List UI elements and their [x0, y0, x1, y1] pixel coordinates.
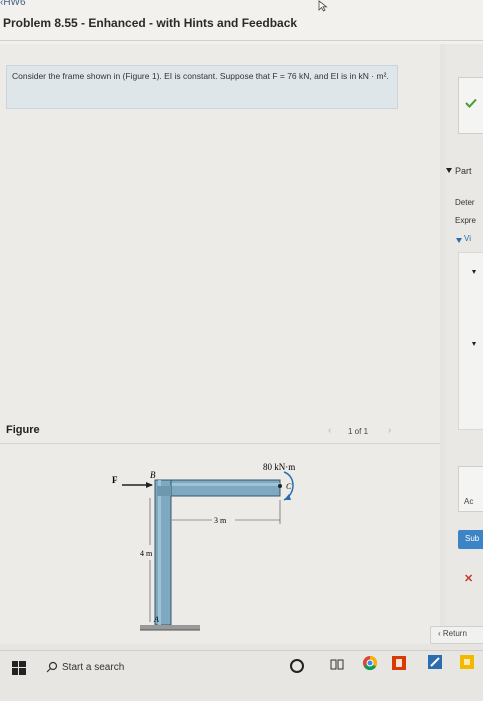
- horizontal-dimension-label: 3 m: [214, 516, 227, 525]
- column-ab: [154, 479, 172, 626]
- answer-input-panel[interactable]: [458, 252, 483, 430]
- part-collapse-icon[interactable]: [446, 168, 452, 173]
- figure-prev-button[interactable]: ‹: [328, 425, 331, 436]
- moment-label: 80 kN·m: [263, 462, 295, 472]
- header-divider: [0, 40, 483, 41]
- figure-next-button[interactable]: ›: [388, 425, 391, 436]
- fixed-support: [140, 625, 200, 630]
- point-b-label: B: [150, 470, 156, 480]
- problem-statement-box: Consider the frame shown in (Figure 1). …: [6, 65, 398, 109]
- figure-pager: 1 of 1: [348, 427, 369, 436]
- checkmark-icon: [465, 98, 477, 108]
- app-icon[interactable]: [460, 655, 474, 669]
- task-view-icon[interactable]: [330, 658, 344, 672]
- answer-box-label: Ac: [464, 497, 474, 506]
- taskbar-search-input[interactable]: Start a search: [62, 662, 124, 673]
- submit-button-label[interactable]: Sub: [465, 534, 479, 543]
- part-label[interactable]: Part: [455, 166, 472, 176]
- part-status-box: [458, 77, 483, 134]
- point-a-label: A: [153, 615, 159, 624]
- view-toggle-label[interactable]: Vi: [464, 234, 471, 243]
- beam-bc: [154, 479, 281, 497]
- cortana-icon[interactable]: [290, 659, 304, 673]
- view-toggle-icon[interactable]: [456, 238, 462, 243]
- figure-heading: Figure: [6, 424, 40, 436]
- back-link[interactable]: ‹HW6: [0, 0, 26, 8]
- page-title: Problem 8.55 - Enhanced - with Hints and…: [3, 16, 298, 30]
- office-icon[interactable]: [392, 656, 406, 670]
- windows-taskbar: [0, 650, 483, 701]
- force-label: F: [112, 475, 118, 485]
- figure-divider: [0, 443, 440, 444]
- problem-statement: Consider the frame shown in (Figure 1). …: [12, 71, 389, 81]
- return-button-label[interactable]: ‹ Return: [438, 629, 467, 638]
- expression-text: Expre: [455, 216, 476, 225]
- frame-diagram: F B 80 kN·m C 3 m 4 m A: [112, 462, 295, 631]
- determine-text: Deter: [455, 198, 475, 207]
- chrome-icon[interactable]: [362, 655, 378, 671]
- mouse-cursor-icon: [318, 0, 328, 12]
- windows-start-icon[interactable]: [12, 661, 26, 675]
- dropdown-arrow-icon[interactable]: [472, 270, 476, 274]
- point-c-label: C: [286, 482, 292, 491]
- vertical-dimension-label: 4 m: [140, 549, 153, 558]
- search-icon[interactable]: [46, 661, 58, 673]
- dropdown-arrow-icon[interactable]: [472, 342, 476, 346]
- app-icon[interactable]: [428, 655, 442, 669]
- incorrect-x-icon: ✕: [464, 573, 474, 585]
